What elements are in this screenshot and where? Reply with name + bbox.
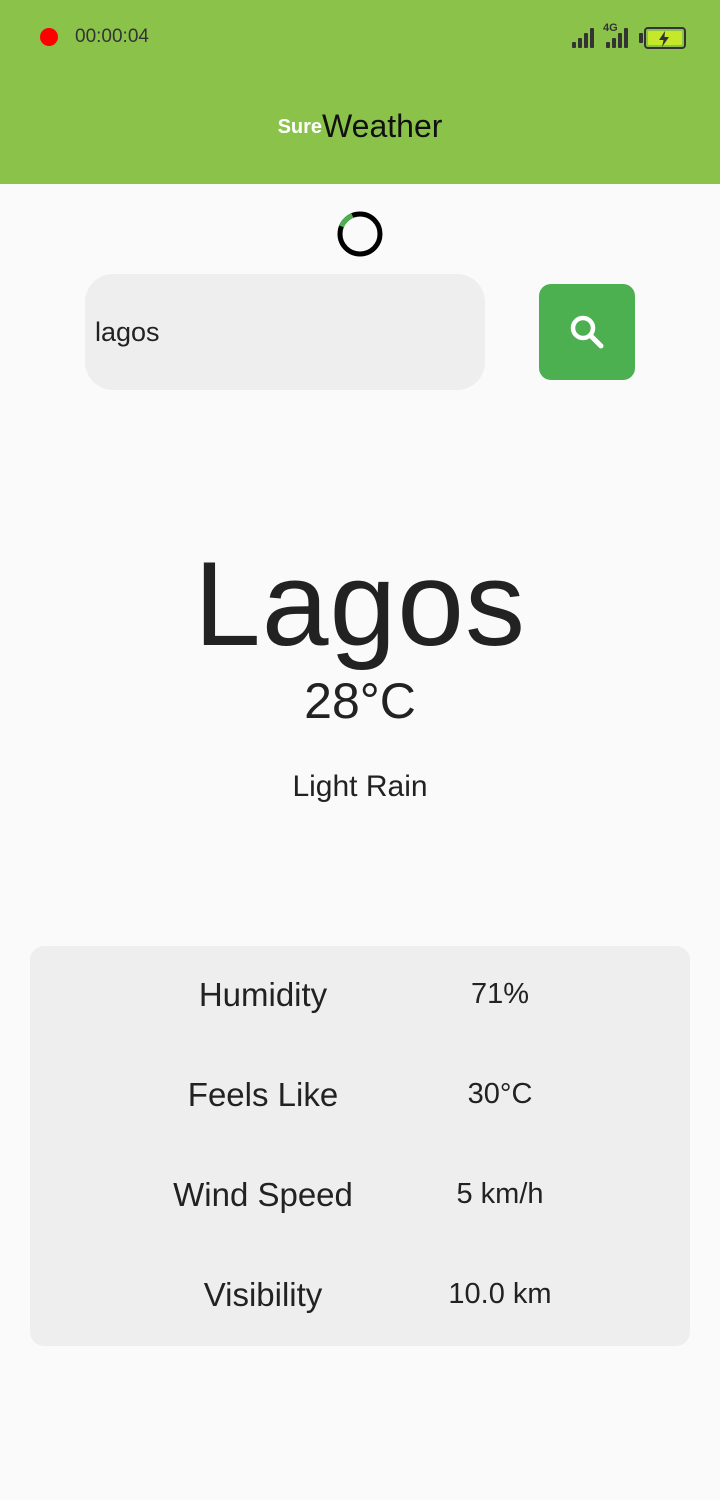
recording-dot-icon bbox=[40, 28, 58, 46]
search-button[interactable] bbox=[539, 284, 635, 380]
detail-value: 5 km/h bbox=[456, 1178, 544, 1210]
app-title-main: Weather bbox=[322, 108, 443, 144]
search-field[interactable] bbox=[85, 274, 485, 390]
loading-spinner bbox=[337, 211, 383, 262]
detail-value: 71% bbox=[470, 978, 530, 1010]
app-title-prefix: Sure bbox=[277, 116, 323, 138]
status-bar: 00:00:04 4G bbox=[0, 0, 720, 72]
app-title: SureWeather bbox=[0, 108, 720, 145]
search-input[interactable] bbox=[95, 274, 475, 390]
battery-nub bbox=[639, 33, 643, 43]
detail-value: 10.0 km bbox=[448, 1278, 552, 1310]
signal-strength-icon bbox=[572, 26, 598, 48]
recording-time: 00:00:04 bbox=[75, 26, 149, 47]
detail-row-feels-like: Feels Like 30°C bbox=[30, 1046, 690, 1146]
weather-details-card: Humidity 71% Feels Like 30°C Wind Speed … bbox=[30, 946, 690, 1346]
search-icon bbox=[570, 315, 604, 349]
detail-value: 30°C bbox=[467, 1078, 533, 1110]
detail-row-visibility: Visibility 10.0 km bbox=[30, 1246, 690, 1346]
detail-row-humidity: Humidity 71% bbox=[30, 946, 690, 1046]
battery-icon bbox=[644, 27, 686, 49]
detail-row-wind-speed: Wind Speed 5 km/h bbox=[30, 1146, 690, 1246]
app-bar: 00:00:04 4G SureWeather bbox=[0, 0, 720, 184]
weather-description: Light Rain bbox=[292, 770, 428, 803]
city-name: Lagos bbox=[194, 537, 526, 671]
signal-strength-2-icon bbox=[606, 26, 632, 48]
temperature: 28°C bbox=[304, 673, 416, 729]
